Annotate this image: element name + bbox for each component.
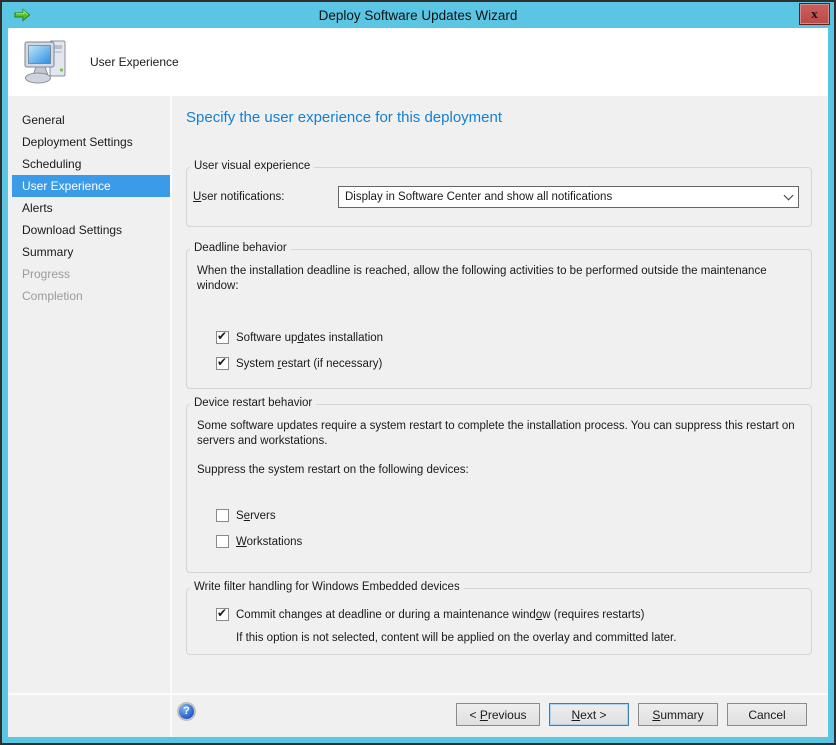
write-filter-group: Write filter handling for Windows Embedd… [186, 588, 812, 655]
dropdown-selected-value: Display in Software Center and show all … [345, 191, 778, 203]
titlebar: Deploy Software Updates Wizard x [2, 2, 834, 28]
sidebar-item-completion: Completion [12, 285, 170, 307]
system-restart-checkbox[interactable] [216, 357, 229, 370]
wizard-page-content: Specify the user experience for this dep… [172, 96, 828, 693]
checkbox-label[interactable]: System restart (if necessary) [236, 358, 382, 370]
help-icon[interactable]: ? [179, 704, 194, 719]
software-updates-installation-checkbox[interactable] [216, 331, 229, 344]
group-title: Device restart behavior [190, 397, 316, 409]
suppress-devices-label: Suppress the system restart on the follo… [197, 463, 799, 478]
sidebar-item-user-experience[interactable]: User Experience [12, 175, 170, 197]
software-updates-installation-row[interactable]: Software updates installation [216, 331, 799, 344]
sidebar-item-download-settings[interactable]: Download Settings [12, 219, 170, 241]
servers-checkbox[interactable] [216, 509, 229, 522]
group-title: User visual experience [190, 160, 314, 172]
window-title: Deploy Software Updates Wizard [2, 8, 834, 23]
group-title: Deadline behavior [190, 242, 291, 254]
sidebar-item-summary[interactable]: Summary [12, 241, 170, 263]
sidebar-item-deployment-settings[interactable]: Deployment Settings [12, 131, 170, 153]
summary-button[interactable]: Summary [638, 703, 718, 726]
chevron-down-icon[interactable] [778, 196, 798, 199]
user-visual-experience-group: User visual experience User notification… [186, 167, 812, 227]
workstations-row[interactable]: Workstations [216, 535, 799, 548]
user-notifications-dropdown[interactable]: Display in Software Center and show all … [338, 186, 799, 208]
checkbox-label[interactable]: Software updates installation [236, 332, 383, 344]
user-notifications-label: User notifications: [193, 191, 338, 203]
wizard-page-header: User Experience [8, 28, 828, 96]
deploy-software-updates-wizard-window: Deploy Software Updates Wizard x [0, 0, 836, 745]
device-restart-behavior-group: Device restart behavior Some software up… [186, 404, 812, 573]
checkbox-label[interactable]: Workstations [236, 536, 302, 548]
next-button[interactable]: Next > [549, 703, 629, 726]
previous-button[interactable]: < Previous [456, 703, 540, 726]
deadline-behavior-group: Deadline behavior When the installation … [186, 249, 812, 389]
sidebar-item-alerts[interactable]: Alerts [12, 197, 170, 219]
restart-description: Some software updates require a system r… [197, 419, 799, 449]
sidebar-item-general[interactable]: General [12, 109, 170, 131]
page-header-title: User Experience [90, 55, 179, 69]
window-body: User Experience General Deployment Setti… [8, 28, 828, 737]
page-heading: Specify the user experience for this dep… [186, 109, 812, 126]
commit-changes-row[interactable]: Commit changes at deadline or during a m… [216, 608, 799, 621]
computer-icon [22, 36, 72, 89]
write-filter-note: If this option is not selected, content … [236, 632, 799, 644]
system-restart-row[interactable]: System restart (if necessary) [216, 357, 799, 370]
group-title: Write filter handling for Windows Embedd… [190, 581, 464, 593]
checkbox-label[interactable]: Commit changes at deadline or during a m… [236, 609, 644, 621]
wizard-steps-sidebar: General Deployment Settings Scheduling U… [8, 96, 170, 693]
wizard-lower-area: General Deployment Settings Scheduling U… [8, 96, 828, 737]
servers-row[interactable]: Servers [216, 509, 799, 522]
footer-buttons: < Previous Next > Summary Cancel [456, 703, 807, 726]
checkbox-label[interactable]: Servers [236, 510, 276, 522]
sidebar-item-scheduling[interactable]: Scheduling [12, 153, 170, 175]
wizard-footer: ? < Previous Next > Summary Cancel [8, 693, 828, 737]
deadline-description: When the installation deadline is reache… [197, 264, 799, 294]
cancel-button[interactable]: Cancel [727, 703, 807, 726]
sidebar-item-progress: Progress [12, 263, 170, 285]
commit-changes-checkbox[interactable] [216, 608, 229, 621]
close-button[interactable]: x [799, 3, 830, 25]
workstations-checkbox[interactable] [216, 535, 229, 548]
